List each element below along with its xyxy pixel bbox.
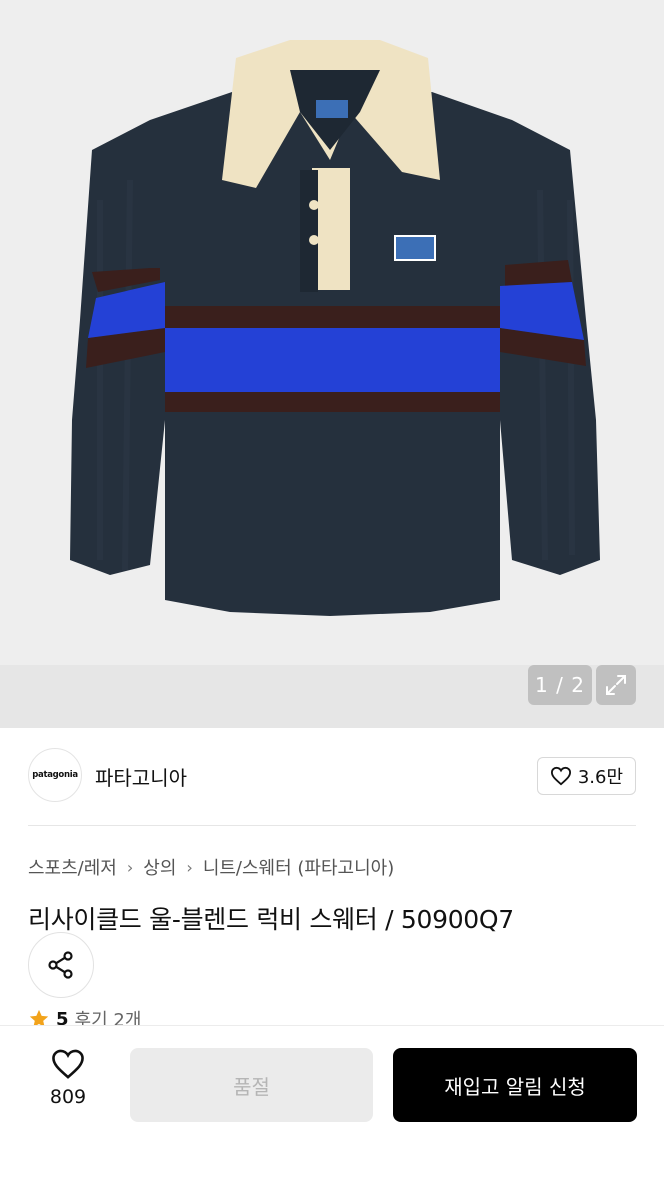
- soldout-button: 품절: [130, 1048, 373, 1122]
- wishlist-count: 809: [49, 1086, 87, 1108]
- breadcrumb-level2[interactable]: 상의: [143, 854, 176, 880]
- product-page: 1 / 2 patagonia 파타고니아 3.6만 스포츠/레저 › 상의 ›…: [0, 0, 664, 1200]
- wishlist-button[interactable]: 809: [30, 1048, 106, 1108]
- share-icon: [48, 951, 73, 979]
- brand-logo[interactable]: patagonia: [28, 748, 82, 802]
- product-image[interactable]: [0, 0, 664, 665]
- product-image-gallery[interactable]: 1 / 2: [0, 0, 664, 728]
- heart-icon: [550, 766, 571, 786]
- restock-alert-button[interactable]: 재입고 알림 신청: [393, 1048, 637, 1122]
- bottom-action-bar: 809 품절 재입고 알림 신청: [0, 1025, 664, 1200]
- heart-icon: [52, 1049, 84, 1079]
- breadcrumb: 스포츠/레저 › 상의 › 니트/스웨터 (파타고니아): [28, 854, 394, 880]
- divider: [28, 825, 636, 826]
- brand-like-count: 3.6만: [577, 767, 623, 788]
- brand-row[interactable]: patagonia 파타고니아 3.6만: [28, 748, 636, 804]
- brand-logo-text: patagonia: [32, 770, 78, 780]
- expand-icon: [606, 675, 626, 695]
- breadcrumb-level3[interactable]: 니트/스웨터 (파타고니아): [203, 854, 394, 880]
- chevron-right-icon: ›: [126, 857, 134, 877]
- breadcrumb-level1[interactable]: 스포츠/레저: [28, 854, 117, 880]
- brand-like-button[interactable]: 3.6만: [536, 757, 636, 795]
- brand-name[interactable]: 파타고니아: [95, 762, 187, 791]
- expand-button[interactable]: [596, 665, 636, 705]
- share-button[interactable]: [28, 932, 94, 998]
- image-counter: 1 / 2: [528, 665, 592, 705]
- chevron-right-icon: ›: [186, 857, 193, 877]
- product-title: 리사이클드 울-블렌드 럭비 스웨터 / 50900Q7: [28, 905, 514, 934]
